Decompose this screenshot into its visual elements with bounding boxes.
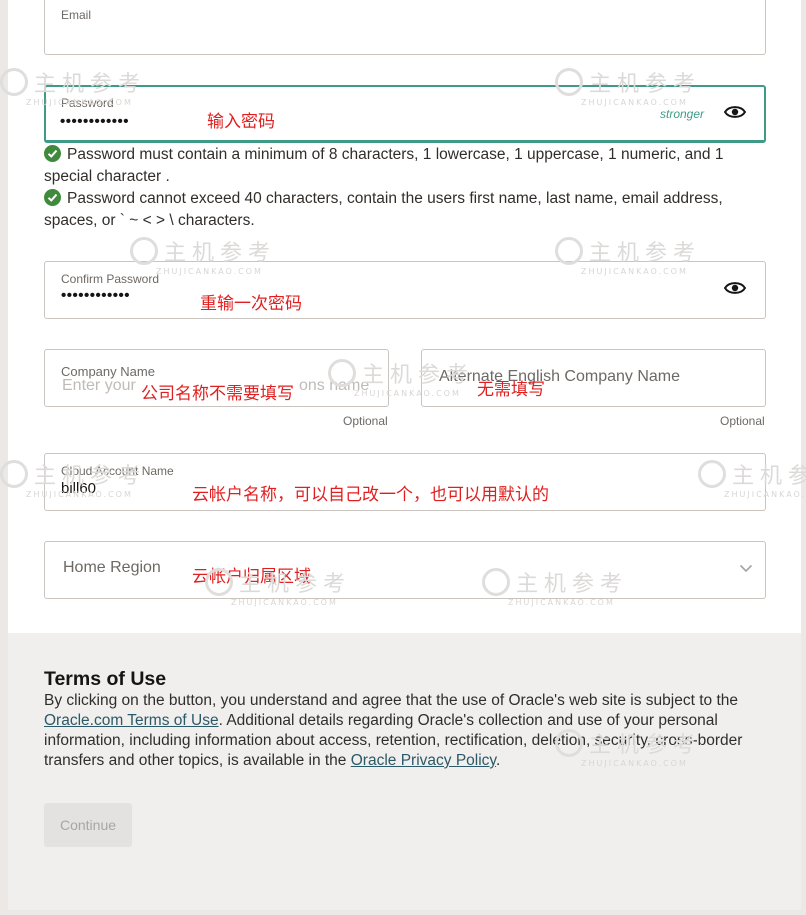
password-value: ••••••••••••: [60, 113, 130, 130]
alternate-company-name-field[interactable]: Alternate English Company Name: [421, 349, 766, 407]
terms-body: By clicking on the button, you understan…: [44, 691, 774, 771]
company-name-placeholder-tail: ons name: [299, 377, 370, 394]
check-circle-icon: [44, 189, 61, 206]
company-name-annotation: 公司名称不需要填写: [141, 384, 294, 404]
terms-text-1: By clicking on the button, you understan…: [44, 692, 738, 709]
requirement-length-text: Password must contain a minimum of 8 cha…: [44, 146, 724, 185]
email-label: Email: [61, 8, 92, 22]
home-region-select[interactable]: Home Region: [44, 541, 766, 599]
home-region-annotation: 云帐户归属区域: [192, 567, 311, 587]
show-password-eye-icon[interactable]: [724, 104, 746, 120]
requirement-restrictions-text: Password cannot exceed 40 characters, co…: [44, 190, 723, 229]
chevron-down-icon[interactable]: [739, 564, 753, 573]
company-name-optional: Optional: [343, 414, 388, 428]
continue-button[interactable]: Continue: [44, 803, 132, 847]
terms-title: Terms of Use: [44, 668, 167, 690]
email-field[interactable]: Email: [44, 0, 766, 55]
page: Email Password •••••••••••• stronger 输入密…: [0, 0, 806, 915]
check-circle-icon: [44, 145, 61, 162]
confirm-password-annotation: 重输一次密码: [200, 294, 302, 314]
home-region-placeholder: Home Region: [63, 559, 161, 576]
oracle-privacy-policy-link[interactable]: Oracle Privacy Policy: [351, 752, 496, 769]
cloud-account-name-value: bill60: [61, 480, 97, 497]
requirement-restrictions: Password cannot exceed 40 characters, co…: [44, 188, 764, 232]
cloud-account-name-annotation: 云帐户名称，可以自己改一个，也可以用默认的: [192, 485, 549, 505]
password-annotation: 输入密码: [207, 112, 275, 132]
requirement-length: Password must contain a minimum of 8 cha…: [44, 144, 764, 188]
password-label: Password: [61, 96, 114, 110]
password-strength: stronger: [660, 107, 705, 121]
alternate-company-name-optional: Optional: [720, 414, 765, 428]
confirm-password-field[interactable]: Confirm Password ••••••••••••: [44, 261, 766, 319]
alternate-company-name-placeholder: Alternate English Company Name: [439, 368, 681, 385]
show-confirm-password-eye-icon[interactable]: [724, 280, 746, 296]
confirm-password-value: ••••••••••••: [61, 287, 131, 304]
confirm-password-label: Confirm Password: [61, 272, 160, 286]
terms-text-3: .: [496, 752, 501, 769]
password-field[interactable]: Password •••••••••••• stronger: [44, 85, 766, 143]
oracle-terms-link[interactable]: Oracle.com Terms of Use: [44, 712, 219, 729]
company-name-placeholder: Enter your: [62, 377, 136, 394]
alternate-company-name-annotation: 无需填写: [477, 380, 545, 400]
cloud-account-name-label: Cloud Account Name: [61, 464, 174, 478]
